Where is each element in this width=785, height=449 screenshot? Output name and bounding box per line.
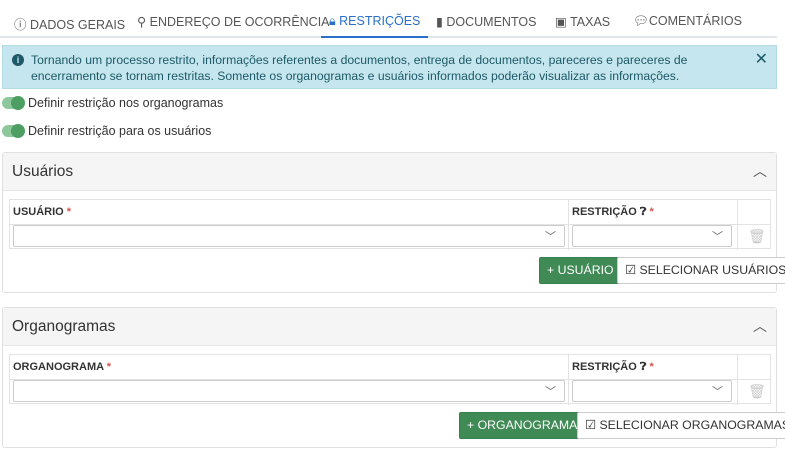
chevron-up-icon[interactable]: ︿ — [753, 161, 767, 181]
trash-icon[interactable]: 🗑︎ — [748, 383, 766, 400]
toggle-usuarios[interactable]: Definir restrição para os usuários — [2, 124, 211, 138]
chevron-down-icon: ﹀ — [712, 386, 723, 398]
help-icon[interactable]: ❓︎ — [640, 361, 647, 373]
comment-icon: 💬︎ — [633, 14, 649, 28]
toggle-organogramas[interactable]: Definir restrição nos organogramas — [2, 96, 223, 110]
check-square-icon: ☑ — [585, 418, 600, 432]
organograma-select[interactable]: ﹀ — [13, 380, 565, 402]
chevron-down-icon: ﹀ — [545, 231, 556, 243]
help-icon[interactable]: ❓︎ — [640, 206, 647, 218]
tab-comentarios[interactable]: 💬︎COMENTÁRIOS — [633, 14, 742, 29]
check-square-icon: ☑ — [625, 263, 640, 277]
selecionar-organogramas-button[interactable]: ☑ SELECIONAR ORGANOGRAMAS — [577, 412, 785, 439]
chevron-up-icon[interactable]: ︿ — [753, 316, 767, 336]
info-circle-icon: ⓘ — [14, 18, 30, 32]
panel-header[interactable]: Usuários ︿ — [3, 153, 776, 191]
info-alert: i Tornando um processo restrito, informa… — [2, 45, 777, 89]
file-icon: ▮ — [436, 15, 447, 29]
tab-restricoes[interactable]: 🔒︎ RESTRIÇÕES — [321, 14, 429, 38]
selecionar-usuarios-button[interactable]: ☑ SELECIONAR USUÁRIOS — [617, 257, 785, 284]
tab-endereco[interactable]: ⚲ ENDEREÇO DE OCORRÊNCIA — [137, 14, 330, 29]
panel-header[interactable]: Organogramas ︿ — [3, 308, 776, 346]
tab-dados-gerais[interactable]: ⓘ DADOS GERAIS — [14, 14, 125, 33]
chevron-down-icon: ﹀ — [712, 231, 723, 243]
usuarios-table: USUÁRIO * ﹀ RESTRIÇÃO ❓︎ * ﹀ 🗑︎ — [9, 199, 771, 250]
info-icon: i — [12, 54, 24, 66]
usuario-select[interactable]: ﹀ — [13, 225, 565, 247]
restricao-select[interactable]: ﹀ — [572, 380, 732, 402]
trash-icon[interactable]: 🗑︎ — [748, 228, 766, 245]
close-icon[interactable]: ✕ — [755, 52, 768, 68]
panel-organogramas: Organogramas ︿ ORGANOGRAMA * ﹀ RESTRIÇÃO … — [2, 307, 785, 448]
add-usuario-button[interactable]: + USUÁRIO — [539, 257, 622, 284]
toggle-switch[interactable] — [2, 96, 25, 110]
tab-taxas[interactable]: ▣ TAXAS — [555, 14, 610, 29]
tab-bar: ⓘ DADOS GERAIS ⚲ ENDEREÇO DE OCORRÊNCIA … — [0, 0, 777, 38]
toggle-switch[interactable] — [2, 124, 25, 138]
lock-icon: 🔒︎ — [329, 14, 340, 28]
money-icon: ▣ — [555, 15, 571, 29]
alert-text: Tornando um processo restrito, informaçõ… — [31, 53, 688, 83]
tab-documentos[interactable]: ▮ DOCUMENTOS — [436, 14, 536, 29]
organogramas-table: ORGANOGRAMA * ﹀ RESTRIÇÃO ❓︎ * ﹀ 🗑︎ — [9, 354, 771, 405]
chevron-down-icon: ﹀ — [545, 386, 556, 398]
panel-usuarios: Usuários ︿ USUÁRIO * ﹀ RESTRIÇÃO ❓︎ * ﹀ 🗑… — [2, 152, 785, 293]
map-marker-icon: ⚲ — [137, 15, 150, 29]
add-organograma-button[interactable]: + ORGANOGRAMA — [459, 412, 586, 439]
restricao-select[interactable]: ﹀ — [572, 225, 732, 247]
